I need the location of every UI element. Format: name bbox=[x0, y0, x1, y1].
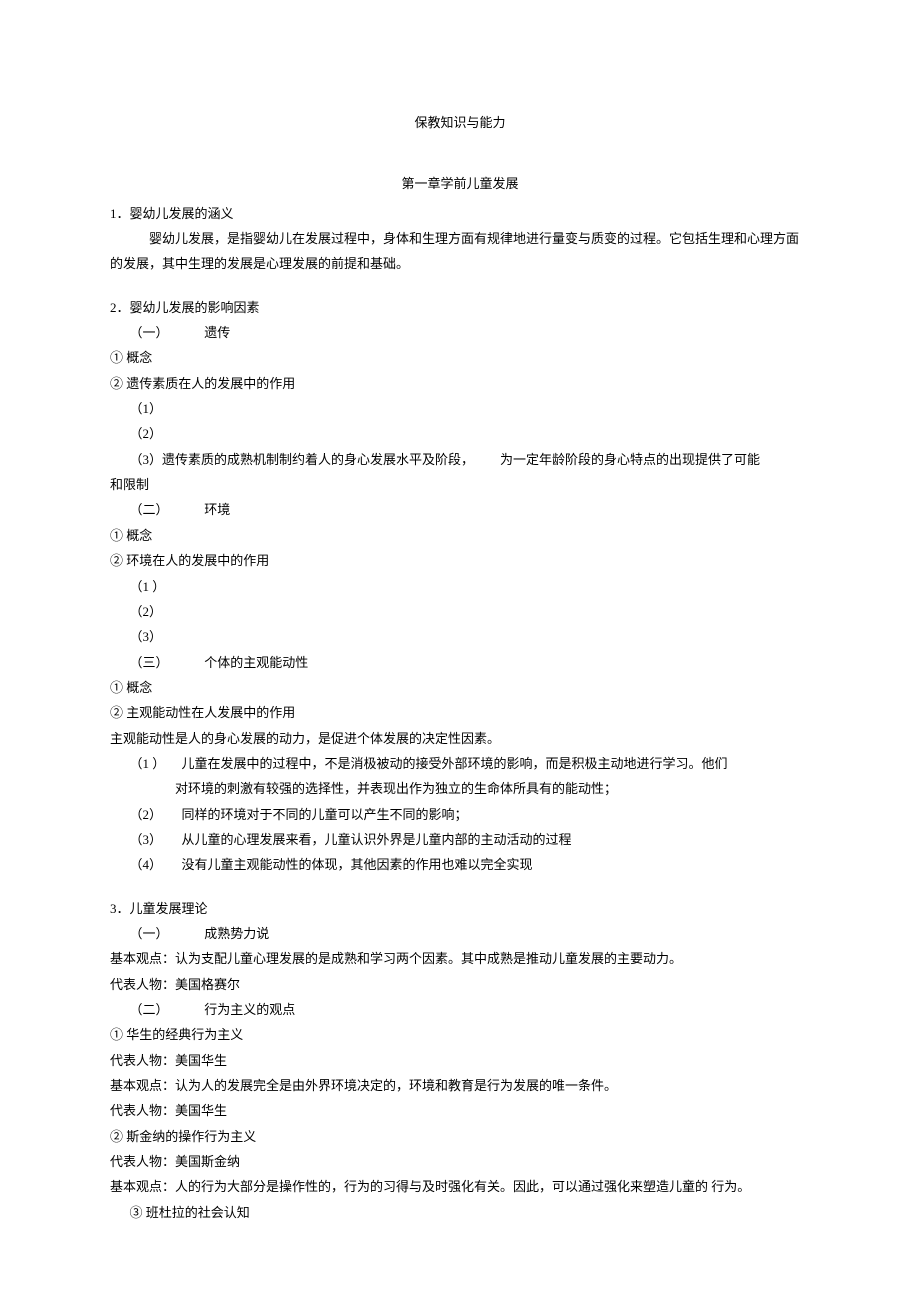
s2-iii-b3-row: （3） 从儿童的心理发展来看，儿童认识外界是儿童内部的主动活动的过程 bbox=[110, 827, 810, 852]
section-1-heading: 1．婴幼儿发展的涵义 bbox=[110, 201, 810, 226]
s2-iii-b2-label: （2） bbox=[130, 802, 182, 827]
s2-i-2: ② 遗传素质在人的发展中的作用 bbox=[110, 371, 810, 396]
s2-iii-b1-row1: （1 ） 儿童在发展中的过程中，不是消极被动的接受外部环境的影响，而是积极主动地… bbox=[110, 751, 810, 776]
s2-ii-row: （二） 环境 bbox=[110, 497, 810, 522]
s3-ii-c1: ③ 班杜拉的社会认知 bbox=[110, 1200, 810, 1225]
section-1-body-text: 婴幼儿发展，是指婴幼儿在发展过程中，身体和生理方面有规律地进行量变与质变的过程。… bbox=[110, 231, 799, 271]
s2-ii-2-1: （1 ） bbox=[110, 574, 810, 599]
s2-iii-1: ① 概念 bbox=[110, 675, 810, 700]
section-2-heading: 2．婴幼儿发展的影响因素 bbox=[110, 295, 810, 320]
s2-i-name: 遗传 bbox=[204, 325, 230, 340]
s3-ii-b3: 基本观点：人的行为大部分是操作性的，行为的习得与及时强化有关。因此，可以通过强化… bbox=[110, 1174, 810, 1199]
s2-ii-1: ① 概念 bbox=[110, 523, 810, 548]
s2-i-2-3c: 和限制 bbox=[110, 472, 810, 497]
s2-iii-b4: 没有儿童主观能动性的体现，其他因素的作用也难以完全实现 bbox=[182, 852, 533, 877]
s2-iii-b4-label: （4） bbox=[130, 852, 182, 877]
s2-i-2-1: （1） bbox=[110, 396, 810, 421]
s2-iii-b1b: 对环境的刺激有较强的选择性，并表现出作为独立的生命体所具有的能动性； bbox=[110, 776, 810, 801]
s2-i-2-3a: （3）遗传素质的成熟机制制约着人的身心发展水平及阶段， bbox=[130, 447, 475, 472]
s3-ii-b1: ② 斯金纳的操作行为主义 bbox=[110, 1124, 810, 1149]
s2-iii-b4-row: （4） 没有儿童主观能动性的体现，其他因素的作用也难以完全实现 bbox=[110, 852, 810, 877]
s2-iii-b3: 从儿童的心理发展来看，儿童认识外界是儿童内部的主动活动的过程 bbox=[182, 827, 572, 852]
chapter-heading: 第一章学前儿童发展 bbox=[110, 171, 810, 196]
section-1-body: 婴幼儿发展，是指婴幼儿在发展过程中，身体和生理方面有规律地进行量变与质变的过程。… bbox=[110, 226, 810, 277]
s2-i-1: ① 概念 bbox=[110, 345, 810, 370]
s2-ii-2: ② 环境在人的发展中的作用 bbox=[110, 548, 810, 573]
s2-iii-2: ② 主观能动性在人发展中的作用 bbox=[110, 700, 810, 725]
s2-iii-b3-label: （3） bbox=[130, 827, 182, 852]
s2-i-row: （一） 遗传 bbox=[110, 320, 810, 345]
s3-i-row: （一） 成熟势力说 bbox=[110, 921, 810, 946]
s2-ii-2-3: （3） bbox=[110, 624, 810, 649]
s2-iii-b1a: 儿童在发展中的过程中，不是消极被动的接受外部环境的影响，而是积极主动地进行学习。… bbox=[182, 751, 728, 776]
s2-iii-body: 主观能动性是人的身心发展的动力，是促进个体发展的决定性因素。 bbox=[110, 726, 810, 751]
s2-ii-2-2: （2） bbox=[110, 599, 810, 624]
s3-ii-b2: 代表人物：美国斯金纳 bbox=[110, 1149, 810, 1174]
s3-i-body2: 代表人物：美国格赛尔 bbox=[110, 972, 810, 997]
s3-i-name: 成熟势力说 bbox=[204, 926, 269, 941]
s2-iii-b2-row: （2） 同样的环境对于不同的儿童可以产生不同的影响； bbox=[110, 802, 810, 827]
s2-ii-label: （二） bbox=[130, 497, 202, 522]
document-title: 保教知识与能力 bbox=[110, 110, 810, 135]
s3-ii-label: （二） bbox=[130, 997, 202, 1022]
s2-i-2-2: （2） bbox=[110, 421, 810, 446]
s2-iii-b1-label: （1 ） bbox=[130, 751, 182, 776]
section-3-heading: 3．儿童发展理论 bbox=[110, 896, 810, 921]
s3-i-label: （一） bbox=[130, 921, 202, 946]
s2-iii-label: （三） bbox=[130, 650, 202, 675]
s3-ii-row: （二） 行为主义的观点 bbox=[110, 997, 810, 1022]
s2-iii-b2: 同样的环境对于不同的儿童可以产生不同的影响； bbox=[182, 802, 468, 827]
s2-i-2-3b: 为一定年龄阶段的身心特点的出现提供了可能 bbox=[500, 447, 760, 472]
s3-i-body1: 基本观点：认为支配儿童心理发展的是成熟和学习两个因素。其中成熟是推动儿童发展的主… bbox=[110, 946, 810, 971]
s3-ii-name: 行为主义的观点 bbox=[204, 1002, 295, 1017]
s3-ii-a1: ① 华生的经典行为主义 bbox=[110, 1022, 810, 1047]
s2-ii-name: 环境 bbox=[204, 502, 230, 517]
s3-ii-a2: 代表人物：美国华生 bbox=[110, 1048, 810, 1073]
s2-i-2-3-row1: （3）遗传素质的成熟机制制约着人的身心发展水平及阶段， 为一定年龄阶段的身心特点… bbox=[110, 447, 810, 472]
s3-ii-a4: 代表人物：美国华生 bbox=[110, 1098, 810, 1123]
s2-iii-name: 个体的主观能动性 bbox=[204, 655, 308, 670]
s3-ii-a3: 基本观点：认为人的发展完全是由外界环境决定的，环境和教育是行为发展的唯一条件。 bbox=[110, 1073, 810, 1098]
s2-i-label: （一） bbox=[130, 320, 202, 345]
s2-iii-row: （三） 个体的主观能动性 bbox=[110, 650, 810, 675]
